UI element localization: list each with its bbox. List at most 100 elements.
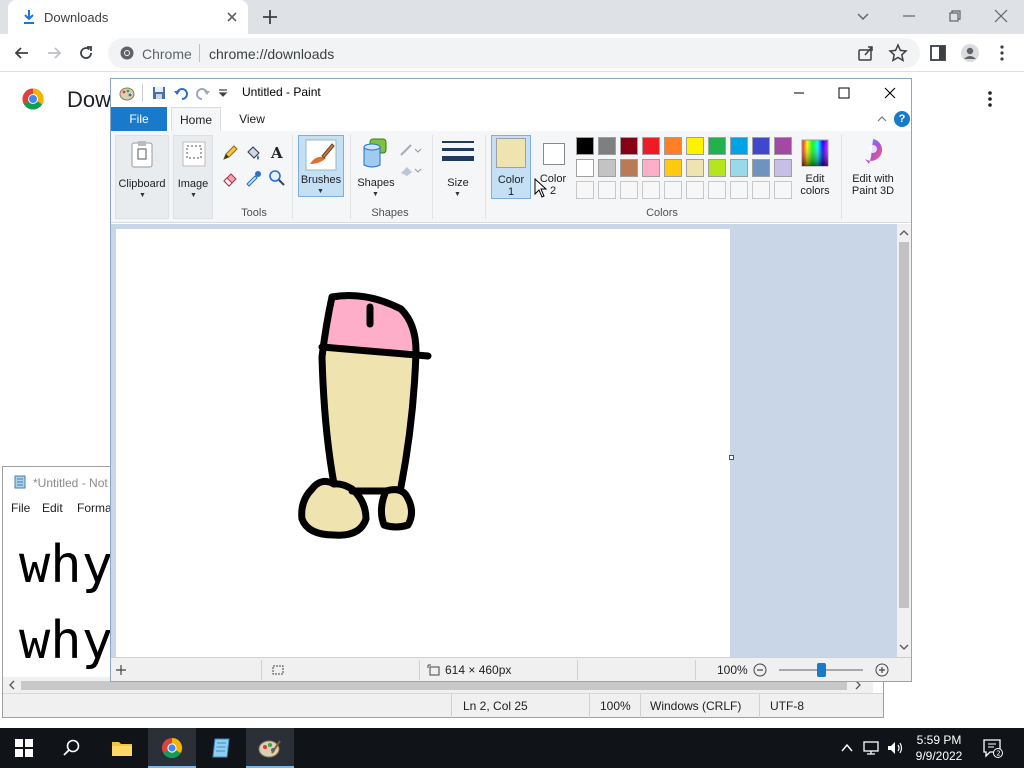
- restore-icon[interactable]: [945, 6, 965, 26]
- redo-icon[interactable]: [195, 85, 211, 101]
- scrollbar-thumb[interactable]: [899, 242, 909, 608]
- taskbar-notepad[interactable]: [197, 728, 245, 768]
- qat-customize-icon[interactable]: [215, 85, 231, 101]
- palette-custom-slot[interactable]: [576, 181, 594, 199]
- palette-swatch[interactable]: [642, 137, 660, 155]
- side-panel-icon[interactable]: [928, 43, 948, 63]
- address-bar[interactable]: Chrome chrome://downloads: [108, 38, 920, 68]
- palette-custom-slot[interactable]: [686, 181, 704, 199]
- start-windows-icon[interactable]: [15, 739, 33, 757]
- palette-swatch[interactable]: [598, 159, 616, 177]
- maximize-icon[interactable]: [834, 83, 854, 103]
- palette-swatch[interactable]: [576, 159, 594, 177]
- palette-swatch[interactable]: [642, 159, 660, 177]
- palette-custom-slot[interactable]: [620, 181, 638, 199]
- size-button[interactable]: Size ▼: [438, 135, 478, 219]
- zoom-out-icon[interactable]: [753, 663, 767, 677]
- taskbar-time[interactable]: 5:59 PM: [914, 733, 964, 747]
- palette-swatch[interactable]: [576, 137, 594, 155]
- paint-app-icon[interactable]: [119, 85, 135, 101]
- fill-icon[interactable]: [244, 144, 262, 162]
- scroll-left-icon[interactable]: [7, 680, 17, 690]
- tab-file[interactable]: File: [111, 107, 167, 131]
- brushes-button[interactable]: Brushes ▼: [298, 135, 344, 197]
- save-icon[interactable]: [151, 85, 167, 101]
- ribbon-collapse-icon[interactable]: [876, 113, 888, 125]
- taskbar-file-explorer[interactable]: [98, 728, 146, 768]
- volume-icon[interactable]: [886, 740, 904, 756]
- tab-search-icon[interactable]: [853, 6, 873, 26]
- notifications-icon[interactable]: 2: [982, 738, 1004, 758]
- scroll-down-icon[interactable]: [899, 642, 909, 652]
- bookmark-star-icon[interactable]: [888, 43, 908, 63]
- palette-swatch[interactable]: [730, 137, 748, 155]
- new-tab-button[interactable]: [261, 8, 279, 26]
- clipboard-button[interactable]: Clipboard ▼: [115, 135, 169, 219]
- undo-icon[interactable]: [173, 85, 189, 101]
- drawing-canvas[interactable]: [116, 229, 730, 657]
- palette-swatch[interactable]: [686, 137, 704, 155]
- canvas-resize-handle[interactable]: [729, 455, 734, 460]
- outline-icon[interactable]: [399, 143, 425, 157]
- palette-swatch[interactable]: [664, 159, 682, 177]
- help-button[interactable]: ?: [894, 111, 910, 127]
- pencil-icon[interactable]: [221, 144, 239, 162]
- scrollbar-thumb[interactable]: [21, 681, 847, 690]
- back-button[interactable]: [12, 43, 32, 63]
- network-icon[interactable]: [862, 740, 880, 756]
- close-window-icon[interactable]: [991, 6, 1011, 26]
- palette-swatch[interactable]: [774, 159, 792, 177]
- zoom-in-icon[interactable]: [875, 663, 889, 677]
- reload-button[interactable]: [76, 43, 96, 63]
- palette-swatch[interactable]: [774, 137, 792, 155]
- minimize-icon[interactable]: [789, 83, 809, 103]
- palette-custom-slot[interactable]: [752, 181, 770, 199]
- edit-colors-button[interactable]: Edit colors: [795, 135, 835, 199]
- tab-view[interactable]: View: [229, 107, 275, 131]
- tab-downloads[interactable]: Downloads: [8, 0, 248, 34]
- profile-avatar-icon[interactable]: [960, 43, 980, 63]
- notepad-menu-format[interactable]: Forma: [77, 501, 112, 515]
- eraser-icon[interactable]: [221, 169, 239, 187]
- palette-custom-slot[interactable]: [708, 181, 726, 199]
- palette-swatch[interactable]: [598, 137, 616, 155]
- chrome-menu-icon[interactable]: [992, 43, 1012, 63]
- palette-custom-slot[interactable]: [730, 181, 748, 199]
- tab-home[interactable]: Home: [171, 107, 221, 131]
- canvas-vertical-scrollbar[interactable]: [897, 224, 911, 657]
- text-icon[interactable]: A: [268, 143, 286, 161]
- close-window-icon[interactable]: [880, 83, 900, 103]
- palette-swatch[interactable]: [752, 159, 770, 177]
- color1-button[interactable]: Color 1: [491, 135, 531, 199]
- edit-with-paint3d-button[interactable]: Edit with Paint 3D: [845, 135, 901, 199]
- palette-custom-slot[interactable]: [664, 181, 682, 199]
- minimize-icon[interactable]: [899, 6, 919, 26]
- notepad-text-area[interactable]: why why: [19, 527, 113, 679]
- color-picker-icon[interactable]: [244, 169, 262, 187]
- palette-custom-slot[interactable]: [598, 181, 616, 199]
- palette-swatch[interactable]: [664, 137, 682, 155]
- scroll-up-icon[interactable]: [899, 228, 909, 238]
- notepad-menu-file[interactable]: File: [11, 501, 30, 515]
- taskbar-paint[interactable]: [246, 728, 294, 768]
- magnifier-icon[interactable]: [268, 169, 286, 187]
- palette-swatch[interactable]: [708, 137, 726, 155]
- share-icon[interactable]: [856, 43, 876, 63]
- palette-swatch[interactable]: [708, 159, 726, 177]
- palette-swatch[interactable]: [752, 137, 770, 155]
- palette-swatch[interactable]: [620, 137, 638, 155]
- palette-swatch[interactable]: [620, 159, 638, 177]
- palette-custom-slot[interactable]: [774, 181, 792, 199]
- taskbar-chrome[interactable]: [148, 728, 196, 768]
- more-actions-icon[interactable]: [980, 89, 1000, 109]
- fill-shape-icon[interactable]: [399, 163, 425, 177]
- palette-custom-slot[interactable]: [642, 181, 660, 199]
- close-tab-icon[interactable]: [224, 9, 240, 25]
- search-icon[interactable]: [62, 738, 82, 758]
- notepad-menu-edit[interactable]: Edit: [42, 501, 63, 515]
- image-button[interactable]: Image ▼: [173, 135, 213, 219]
- show-hidden-icons-icon[interactable]: [840, 741, 854, 755]
- forward-button[interactable]: [44, 43, 64, 63]
- palette-swatch[interactable]: [730, 159, 748, 177]
- palette-swatch[interactable]: [686, 159, 704, 177]
